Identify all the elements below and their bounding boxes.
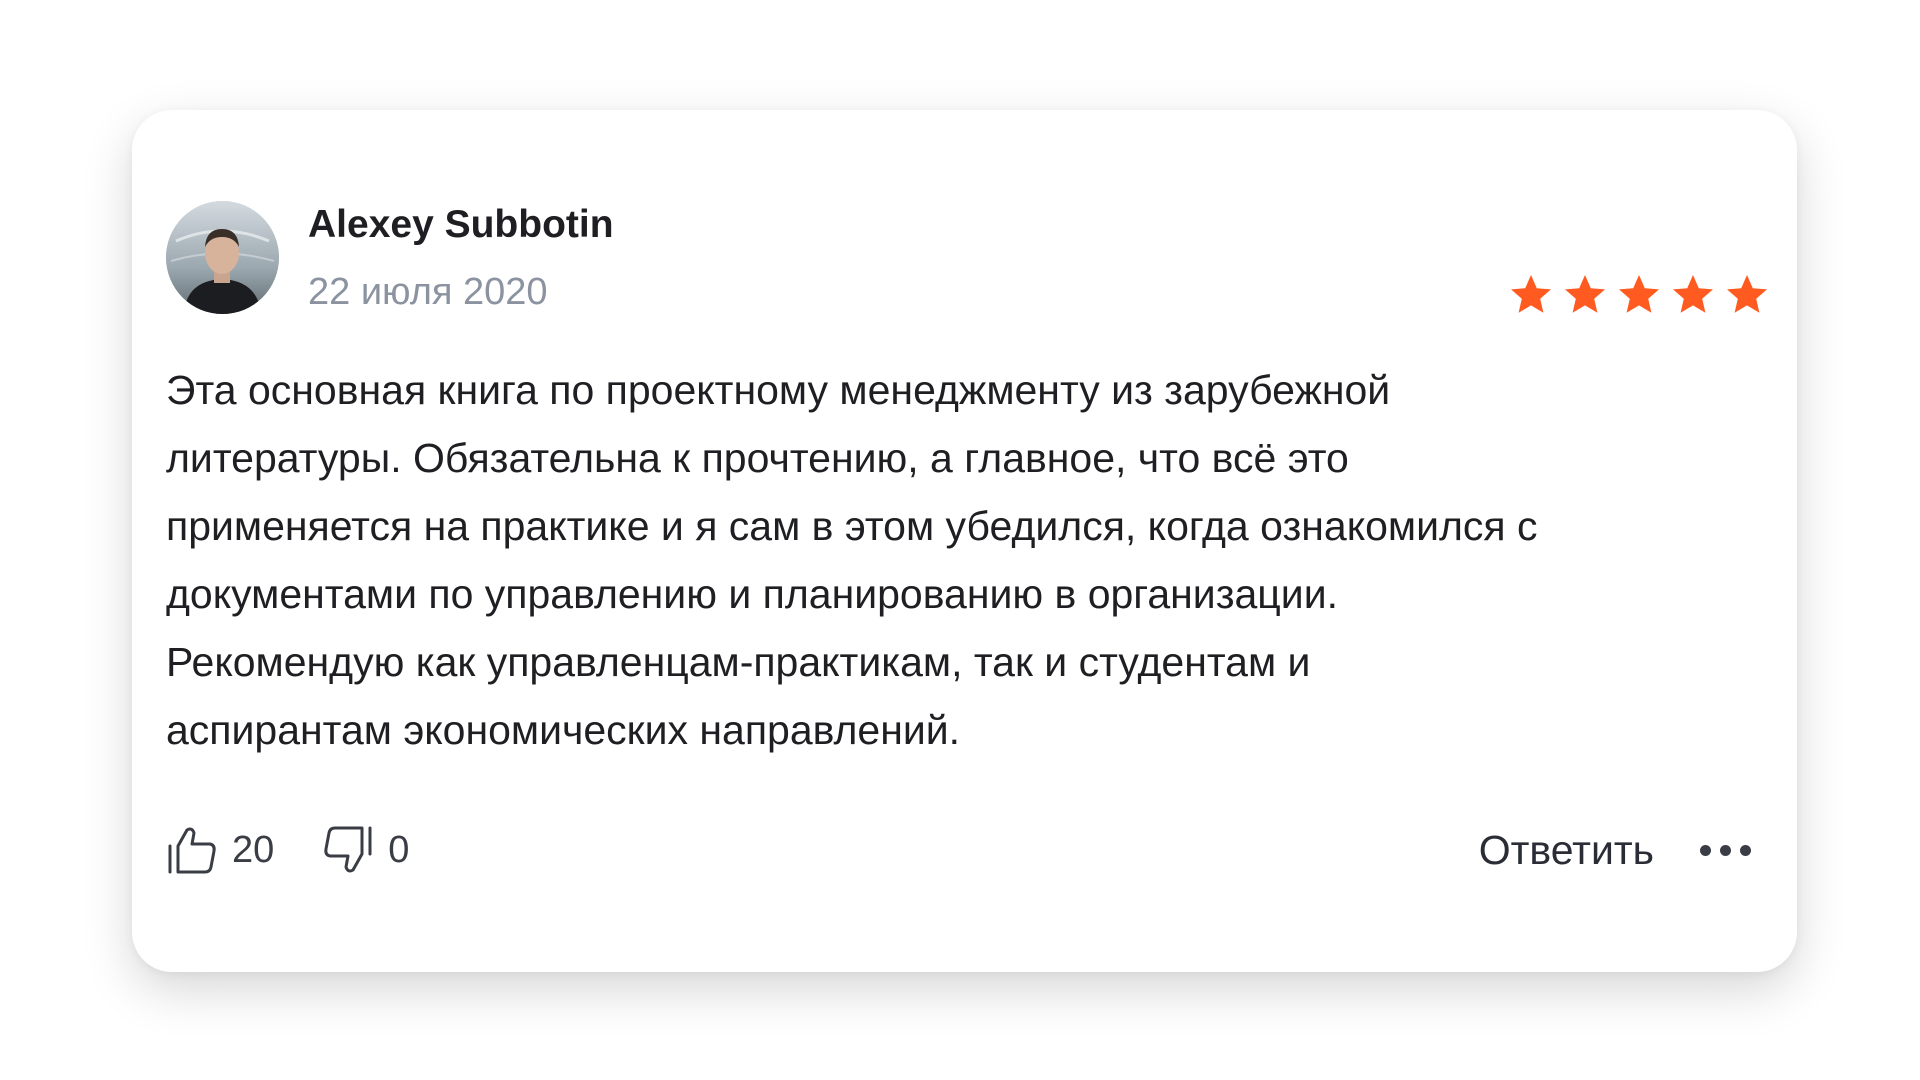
thumbs-down-icon <box>324 826 372 873</box>
avatar[interactable] <box>166 201 279 314</box>
dot <box>1740 844 1751 856</box>
star-icon <box>1727 275 1767 313</box>
like-button[interactable]: 20 <box>166 824 274 876</box>
reply-button[interactable]: Ответить <box>1479 827 1654 874</box>
author-name[interactable]: Alexey Subbotin <box>308 203 614 247</box>
star-icon <box>1511 275 1551 313</box>
star-icon <box>1673 275 1713 313</box>
dislike-count: 0 <box>388 828 410 871</box>
star-rating <box>1507 270 1771 318</box>
like-count: 20 <box>232 828 275 871</box>
dot <box>1700 844 1711 856</box>
dislike-button[interactable]: 0 <box>322 824 409 876</box>
star-icon <box>1565 275 1605 313</box>
avatar-photo <box>166 201 279 314</box>
star-icon <box>1619 275 1659 313</box>
more-dots-icon[interactable] <box>1700 844 1751 856</box>
review-date: 22 июля 2020 <box>308 271 548 313</box>
thumbs-up-icon <box>168 827 216 874</box>
review-card: Alexey Subbotin 22 июля 2020 Эта основна… <box>132 110 1797 972</box>
dot <box>1720 844 1731 856</box>
review-text: Эта основная книга по проектному менеджм… <box>166 367 1538 753</box>
review-actions: 20 0 Ответить <box>166 815 1751 885</box>
